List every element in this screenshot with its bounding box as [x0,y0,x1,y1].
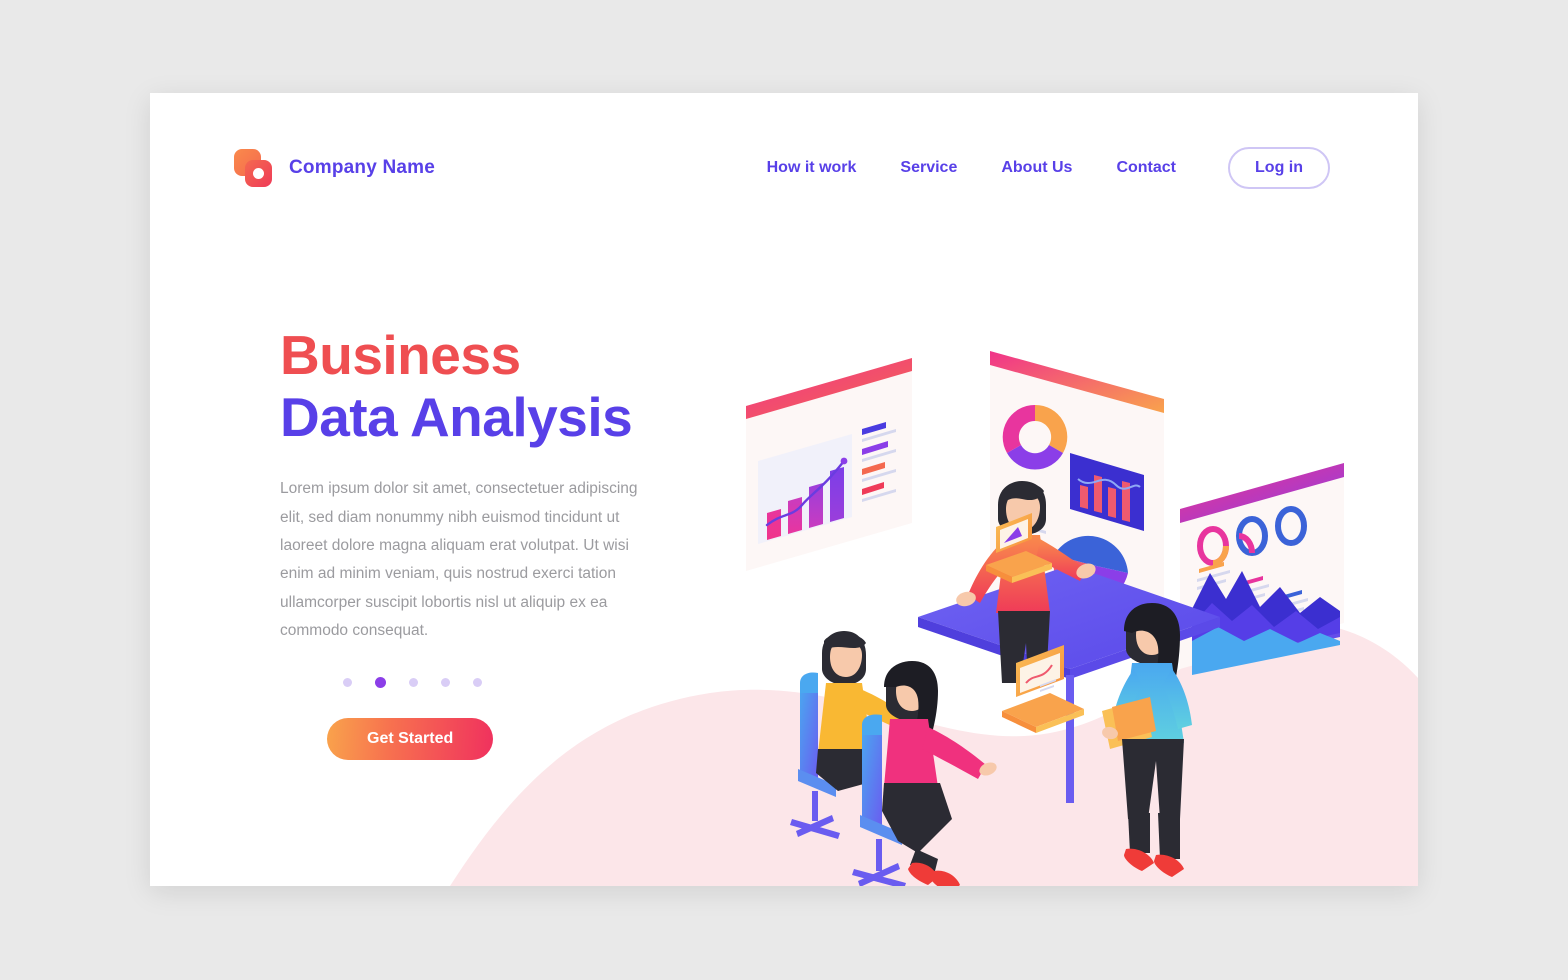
carousel-dot-4[interactable] [441,678,450,688]
carousel-dot-5[interactable] [473,678,482,688]
nav-link-contact[interactable]: Contact [1116,153,1176,183]
carousel-dot-2[interactable] [375,677,386,689]
login-button[interactable]: Log in [1228,147,1330,189]
nav-link-about-us[interactable]: About Us [1001,153,1072,183]
page-title-line-2: Data Analysis [280,385,633,448]
main-navigation: How it work Service About Us Contact Log… [767,147,1330,189]
site-header: Company Name How it work Service About U… [150,93,1418,243]
seated-woman-pink-top [852,661,997,886]
nav-link-service[interactable]: Service [900,153,957,183]
screen-left-bar-chart [746,358,912,571]
landing-page-card: Company Name How it work Service About U… [150,93,1418,886]
brand-logo[interactable]: Company Name [234,149,435,187]
logo-center-dot [253,168,264,179]
overlapping-squares-icon [234,149,272,187]
page-title: Business Data Analysis [280,324,710,448]
screen-right-area-chart [1180,463,1344,675]
hero-copy-column: Business Data Analysis Lorem ipsum dolor… [280,324,710,761]
brand-name: Company Name [289,157,435,178]
carousel-dot-1[interactable] [343,678,352,688]
hero-description: Lorem ipsum dolor sit amet, consectetuer… [280,480,638,639]
carousel-dots [343,677,710,689]
isometric-business-data-analysis-illustration [740,213,1418,886]
carousel-dot-3[interactable] [409,678,418,688]
page-title-line-1: Business [280,324,521,386]
get-started-button[interactable]: Get Started [327,718,494,761]
nav-link-how-it-work[interactable]: How it work [767,153,857,183]
